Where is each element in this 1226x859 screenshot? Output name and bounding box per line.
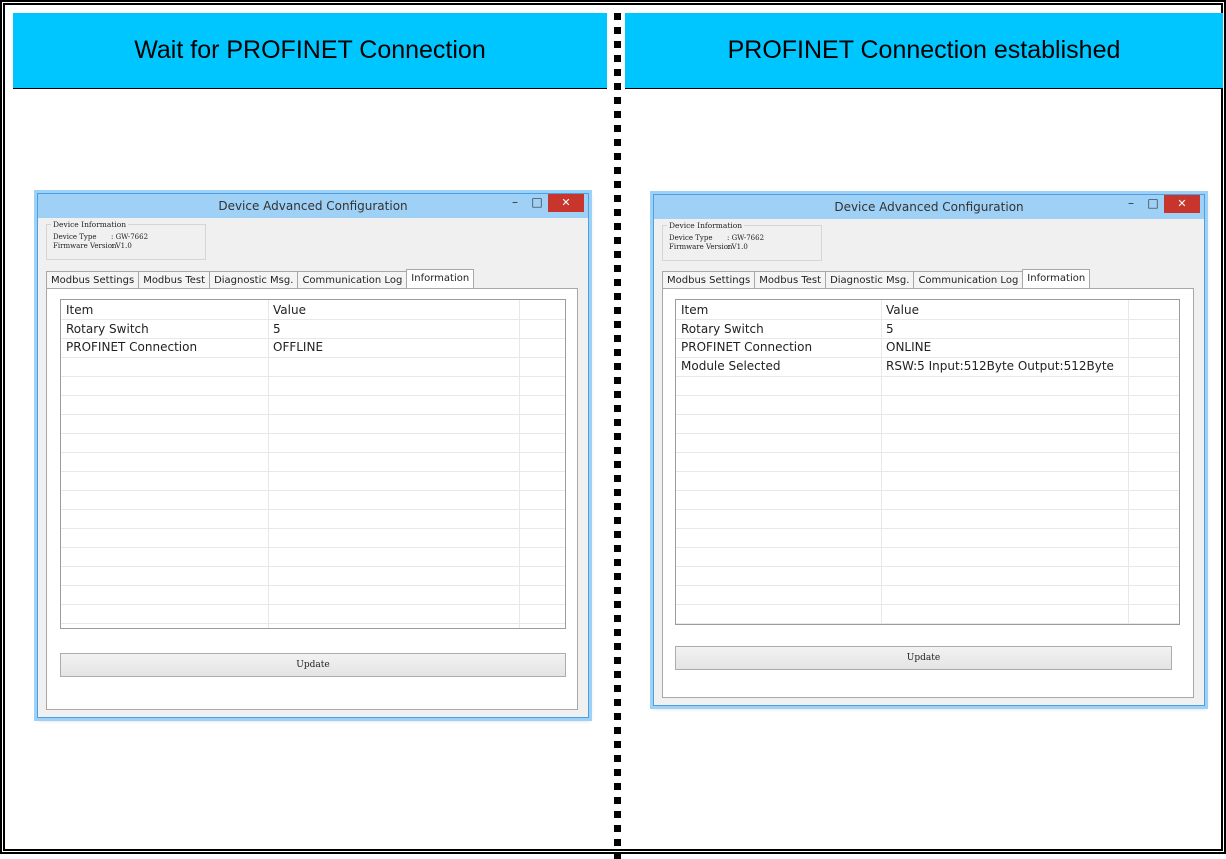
row-value: 5 <box>886 322 894 336</box>
row-item: PROFINET Connection <box>66 340 198 354</box>
device-config-window: Device Advanced Configuration – □ ✕ Devi… <box>37 193 589 718</box>
tab-strip: Modbus Settings Modbus Test Diagnostic M… <box>46 269 475 289</box>
device-information-group: Device Information Device Type: GW-7662 … <box>46 220 206 260</box>
close-button[interactable]: ✕ <box>548 194 584 212</box>
device-information-group: Device Information Device Type: GW-7662 … <box>662 221 822 261</box>
firmware-version-value: : V1.0 <box>111 242 132 250</box>
device-type-label: Device Type <box>53 233 97 241</box>
column-header-item: Item <box>681 303 709 317</box>
firmware-version-label: Firmware Version <box>53 242 117 250</box>
tab-diagnostic-msg[interactable]: Diagnostic Msg. <box>209 271 299 289</box>
row-value: ONLINE <box>886 340 932 354</box>
tab-modbus-test[interactable]: Modbus Test <box>138 271 211 289</box>
comparison-frame: Wait for PROFINET Connection Device Adva… <box>0 0 1226 859</box>
window-title: Device Advanced Configuration <box>218 199 408 213</box>
information-grid[interactable]: Item Value Rotary Switch 5 PROFINET Conn… <box>675 299 1180 625</box>
maximize-button[interactable]: □ <box>526 194 548 212</box>
device-type-label: Device Type <box>669 234 713 242</box>
panel-waiting: Wait for PROFINET Connection Device Adva… <box>13 13 607 859</box>
device-type-value: : GW-7662 <box>727 234 765 242</box>
banner-waiting: Wait for PROFINET Connection <box>13 13 607 89</box>
tab-communication-log[interactable]: Communication Log <box>913 271 1024 289</box>
window-title: Device Advanced Configuration <box>834 200 1024 214</box>
row-item: Module Selected <box>681 359 781 373</box>
device-type-value: : GW-7662 <box>111 233 149 241</box>
row-item: Rotary Switch <box>681 322 764 336</box>
row-item: PROFINET Connection <box>681 340 813 354</box>
row-value: OFFLINE <box>273 340 324 354</box>
tab-strip: Modbus Settings Modbus Test Diagnostic M… <box>662 269 1091 289</box>
device-information-legend: Device Information <box>51 220 129 229</box>
tab-modbus-settings[interactable]: Modbus Settings <box>46 271 140 289</box>
information-tab-page: Item Value Rotary Switch 5 PROFINET Conn… <box>662 288 1194 698</box>
update-button[interactable]: Update <box>60 653 566 677</box>
column-header-value: Value <box>886 303 919 317</box>
firmware-version-label: Firmware Version <box>669 243 733 251</box>
tab-diagnostic-msg[interactable]: Diagnostic Msg. <box>825 271 915 289</box>
row-value: RSW:5 Input:512Byte Output:512Byte <box>886 359 1114 373</box>
information-grid[interactable]: Item Value Rotary Switch 5 PROFINET Conn… <box>60 299 566 629</box>
window-titlebar[interactable]: Device Advanced Configuration – □ ✕ <box>38 194 588 218</box>
tab-modbus-test[interactable]: Modbus Test <box>754 271 827 289</box>
minimize-button[interactable]: – <box>1120 195 1142 213</box>
close-button[interactable]: ✕ <box>1164 195 1200 213</box>
window-titlebar[interactable]: Device Advanced Configuration – □ ✕ <box>654 195 1204 219</box>
device-config-window: Device Advanced Configuration – □ ✕ Devi… <box>653 194 1205 706</box>
firmware-version-value: : V1.0 <box>727 243 748 251</box>
row-value: 5 <box>273 322 281 336</box>
panel-established: PROFINET Connection established Device A… <box>625 13 1223 859</box>
minimize-button[interactable]: – <box>504 194 526 212</box>
tab-communication-log[interactable]: Communication Log <box>297 271 408 289</box>
tab-information[interactable]: Information <box>406 269 475 289</box>
tab-modbus-settings[interactable]: Modbus Settings <box>662 271 756 289</box>
banner-established: PROFINET Connection established <box>625 13 1223 89</box>
maximize-button[interactable]: □ <box>1142 195 1164 213</box>
tab-information[interactable]: Information <box>1022 269 1091 289</box>
device-information-legend: Device Information <box>667 221 745 230</box>
information-tab-page: Item Value Rotary Switch 5 PROFINET Conn… <box>46 288 578 710</box>
update-button[interactable]: Update <box>675 646 1172 670</box>
dotted-divider <box>614 13 621 859</box>
row-item: Rotary Switch <box>66 322 149 336</box>
column-header-value: Value <box>273 303 306 317</box>
column-header-item: Item <box>66 303 94 317</box>
